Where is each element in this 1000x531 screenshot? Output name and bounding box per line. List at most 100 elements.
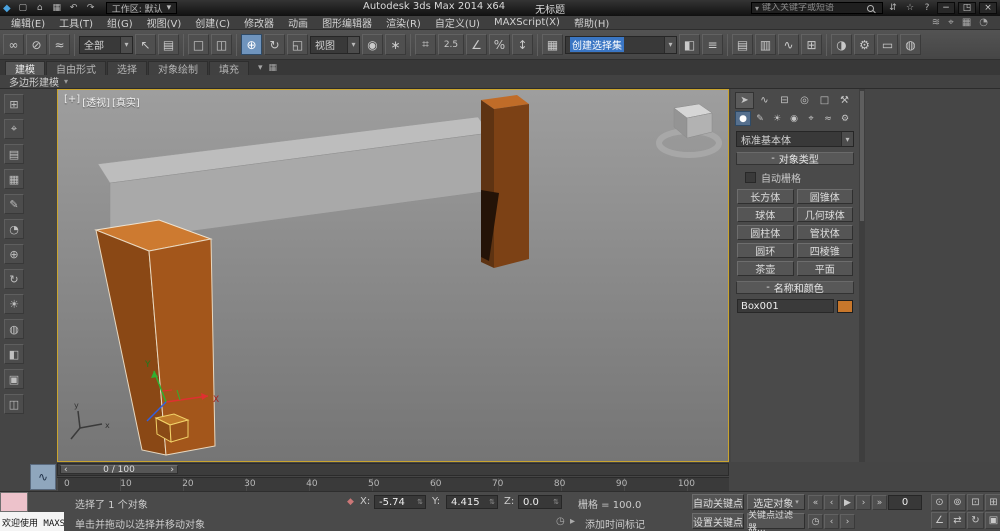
viewport-scene[interactable]: X Y x y [58,90,728,461]
tab-display[interactable]: □ [815,92,834,109]
spinner-icon[interactable]: ⇅ [489,498,495,506]
menu-create[interactable]: 创建(C) [188,16,237,29]
viewport-shading-menu[interactable]: [真实] [112,94,140,109]
tube-button[interactable]: 管状体 [797,225,854,240]
auto-key-button[interactable]: 自动关键点 [692,494,744,510]
clock-icon[interactable]: ◔ [4,219,24,239]
time-configuration-button[interactable]: ◷ [808,514,823,529]
tab-hierarchy[interactable]: ⊟ [775,92,794,109]
autogrid-checkbox[interactable] [745,172,756,183]
object-color-swatch[interactable] [837,300,853,313]
geometry-subset-dropdown[interactable]: 标准基本体 ▾ [736,131,854,147]
name-color-rollout-header[interactable]: - 名称和颜色 [736,281,854,294]
scrollbar-thumb[interactable] [860,91,864,221]
next-frame-arrow[interactable]: › [170,465,174,475]
ribbon-tab-object-paint[interactable]: 对象绘制 [148,61,208,75]
tag-icon[interactable]: ▸ [570,516,575,527]
set-key-button[interactable]: 设置关键点 [692,513,744,529]
angle-snap-button[interactable]: ∠ [466,34,487,55]
perspective-viewport[interactable]: [+] [透视] [真实] [57,89,729,462]
right-post-front-face[interactable] [494,104,529,268]
half-square-icon[interactable]: ◧ [4,344,24,364]
use-pivot-point-center-button[interactable]: ◉ [362,34,383,55]
rotate-icon[interactable]: ↻ [4,269,24,289]
menu-graph-editors[interactable]: 图形编辑器 [315,16,379,29]
named-selection-combo[interactable]: 创建选择集 ▾ [565,36,677,54]
sun-icon[interactable]: ☀ [4,294,24,314]
unlink-selection-button[interactable]: ⊘ [26,34,47,55]
previous-key-button[interactable]: ‹ [824,514,839,529]
lock-selection-icon[interactable]: ◆ [347,497,354,507]
chain-icon[interactable]: ⊞ [4,94,24,114]
percent-snap-button[interactable]: % [489,34,510,55]
select-and-manipulate-button[interactable]: ∗ [385,34,406,55]
undo-icon[interactable]: ↶ [67,2,81,14]
menu-help[interactable]: 帮助(H) [567,16,616,29]
box-button[interactable]: 长方体 [737,189,794,204]
select-and-rotate-button[interactable]: ↻ [264,34,285,55]
tab-create[interactable]: ➤ [735,92,754,109]
x-coordinate-field[interactable]: -5.74 ⇅ [374,495,426,509]
zoom-extents-icon[interactable]: ⊡ [967,494,984,511]
polygon-modeling-panel[interactable]: 多边形建模 [9,74,59,89]
add-time-tag-button[interactable]: 添加时间标记 [585,516,645,531]
zoom-icon[interactable]: ⊙ [931,494,948,511]
current-frame-field[interactable]: 0 [888,495,922,510]
app-logo-icon[interactable]: ◆ [3,3,11,14]
search-scope-icon[interactable]: ▾ [755,4,759,13]
square-icon[interactable]: ▣ [4,369,24,389]
search-icon[interactable] [867,5,874,12]
viewport-general-menu[interactable]: [+] [64,94,80,109]
grid-icon[interactable]: ▦ [962,17,971,28]
torus-button[interactable]: 圆环 [737,243,794,258]
search-input[interactable] [762,3,864,13]
schematic-view-button[interactable]: ⊞ [801,34,822,55]
play-button[interactable]: ▶ [840,495,855,510]
space-warps-category-icon[interactable]: ≈ [820,111,836,126]
target-icon[interactable]: ⌖ [4,119,24,139]
chevron-down-icon[interactable]: ▾ [64,77,68,86]
chevron-down-icon[interactable]: ▾ [258,63,263,73]
cylinder-button[interactable]: 圆柱体 [737,225,794,240]
spinner-icon[interactable]: ⇅ [417,498,423,506]
object-type-rollout-header[interactable]: - 对象类型 [736,152,854,165]
keyboard-shortcut-override-button[interactable]: ⌗ [415,34,436,55]
workspace-selector[interactable]: 工作区: 默认 ▾ [106,2,177,14]
open-file-icon[interactable]: ⌂ [33,2,47,14]
menu-group[interactable]: 组(G) [100,16,140,29]
help-icon[interactable]: ? [920,2,934,14]
minimize-button[interactable]: − [937,2,955,14]
rendered-frame-window-button[interactable]: ▭ [877,34,898,55]
menu-maxscript[interactable]: MAXScript(X) [487,16,567,29]
ribbon-tab-populate[interactable]: 填充 [209,61,249,75]
restore-button[interactable]: ◳ [958,2,976,14]
menu-tools[interactable]: 工具(T) [52,16,100,29]
go-to-start-button[interactable]: « [808,495,823,510]
select-by-name-button[interactable]: ▤ [158,34,179,55]
select-object-button[interactable]: ↖ [135,34,156,55]
maximize-viewport-icon[interactable]: ▣ [985,512,1000,529]
menu-animation[interactable]: 动画 [281,16,315,29]
shapes-category-icon[interactable]: ✎ [752,111,768,126]
previous-frame-button[interactable]: ‹ [824,495,839,510]
pyramid-button[interactable]: 四棱锥 [797,243,854,258]
redo-icon[interactable]: ↷ [84,2,98,14]
cone-button[interactable]: 圆锥体 [797,189,854,204]
lights-category-icon[interactable]: ☀ [769,111,785,126]
field-of-view-icon[interactable]: ∠ [931,512,948,529]
zoom-all-icon[interactable]: ⊚ [949,494,966,511]
mini-curve-editor-button[interactable]: ∿ [30,464,56,490]
next-key-button[interactable]: › [840,514,855,529]
maxscript-listener-pane[interactable]: 欢迎使用 MAXScr [0,512,64,531]
window-crossing-button[interactable]: ◫ [211,34,232,55]
plus-circle-icon[interactable]: ⊕ [4,244,24,264]
object-name-field[interactable]: Box001 [737,299,834,313]
save-file-icon[interactable]: ▦ [50,2,64,14]
favorites-icon[interactable]: ☆ [903,2,917,14]
edit-named-selection-sets-button[interactable]: ▦ [542,34,563,55]
select-and-link-button[interactable]: ∞ [3,34,24,55]
time-slider-handle[interactable]: ‹ 0 / 100 › [60,465,178,474]
tab-modify[interactable]: ∿ [755,92,774,109]
pan-icon[interactable]: ⇄ [949,512,966,529]
render-setup-button[interactable]: ⚙ [854,34,875,55]
